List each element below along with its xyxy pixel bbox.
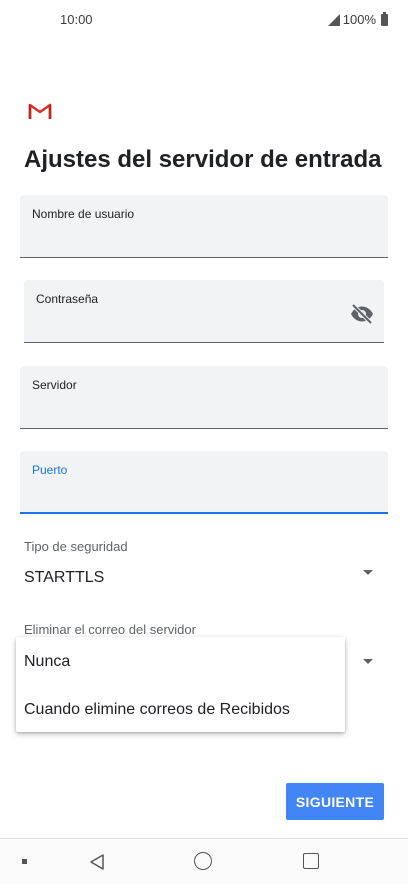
battery-level: 100% bbox=[342, 12, 376, 27]
back-icon[interactable] bbox=[88, 853, 106, 871]
security-type-label: Tipo de seguridad bbox=[24, 539, 128, 554]
visibility-off-icon[interactable] bbox=[350, 302, 374, 326]
chevron-down-icon[interactable] bbox=[363, 570, 373, 575]
page-title: Ajustes del servidor de entrada bbox=[24, 146, 382, 173]
username-field[interactable]: Nombre de usuario bbox=[20, 195, 388, 258]
security-type-value[interactable]: STARTTLS bbox=[24, 569, 104, 587]
battery-icon bbox=[381, 11, 388, 26]
navigation-bar bbox=[0, 838, 408, 884]
next-button[interactable]: SIGUIENTE bbox=[286, 783, 384, 820]
port-field[interactable]: Puerto bbox=[20, 451, 388, 514]
gmail-logo bbox=[28, 103, 52, 119]
username-label: Nombre de usuario bbox=[32, 207, 135, 221]
delete-policy-menu: Nunca Cuando elimine correos de Recibido… bbox=[16, 637, 345, 732]
recents-icon[interactable] bbox=[303, 853, 319, 869]
status-bar: 10:00 100% bbox=[0, 0, 408, 40]
status-time: 10:00 bbox=[60, 12, 93, 27]
delete-policy-label: Eliminar el correo del servidor bbox=[24, 622, 196, 637]
signal-icon bbox=[327, 13, 340, 26]
status-indicators: 100% bbox=[327, 11, 388, 27]
server-label: Servidor bbox=[32, 378, 77, 392]
password-field[interactable]: Contraseña bbox=[24, 280, 384, 343]
chevron-down-icon[interactable] bbox=[363, 659, 373, 664]
menu-item-when-deleted[interactable]: Cuando elimine correos de Recibidos bbox=[24, 701, 290, 719]
menu-dot-icon[interactable] bbox=[22, 859, 27, 864]
menu-item-never[interactable]: Nunca bbox=[24, 653, 70, 671]
port-label: Puerto bbox=[32, 463, 68, 477]
server-field[interactable]: Servidor bbox=[20, 366, 388, 429]
home-icon[interactable] bbox=[194, 852, 212, 870]
password-label: Contraseña bbox=[36, 292, 99, 306]
